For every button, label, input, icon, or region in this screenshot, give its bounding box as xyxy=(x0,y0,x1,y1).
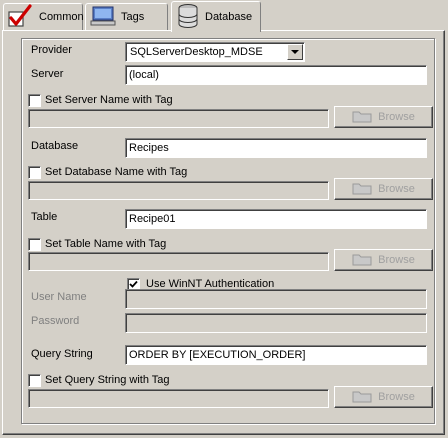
server-label: Server xyxy=(31,68,64,80)
server-browse-button[interactable]: Browse xyxy=(334,106,433,128)
monitor-icon xyxy=(90,5,116,30)
folder-icon xyxy=(352,389,372,406)
tab-tags[interactable]: Tags xyxy=(85,3,168,30)
chevron-down-icon[interactable] xyxy=(287,44,303,60)
table-browse-button[interactable]: Browse xyxy=(334,249,433,271)
password-input[interactable] xyxy=(125,313,427,333)
username-label: User Name xyxy=(31,291,87,303)
provider-value: SQLServerDesktop_MDSE xyxy=(130,46,263,58)
server-tag-checkbox-label: Set Server Name with Tag xyxy=(45,94,173,106)
browse-label: Browse xyxy=(378,254,415,266)
table-label: Table xyxy=(31,211,58,223)
database-tag-checkbox[interactable] xyxy=(28,166,41,179)
query-tag-checkbox[interactable] xyxy=(28,374,41,387)
database-tag-field xyxy=(28,181,329,200)
browse-label: Browse xyxy=(378,183,415,195)
table-input[interactable]: Recipe01 xyxy=(125,209,427,229)
server-tag-checkbox[interactable] xyxy=(28,94,41,107)
query-tag-checkbox-label: Set Query String with Tag xyxy=(45,374,170,386)
database-icon xyxy=(176,3,200,32)
provider-label: Provider xyxy=(31,44,72,56)
tab-tags-label: Tags xyxy=(121,11,145,23)
folder-icon xyxy=(352,109,372,126)
table-tag-checkbox-label: Set Table Name with Tag xyxy=(45,238,167,250)
database-browse-button[interactable]: Browse xyxy=(334,178,433,200)
table-tag-checkbox[interactable] xyxy=(28,238,41,251)
query-tag-field xyxy=(28,389,329,408)
database-tag-checkbox-label: Set Database Name with Tag xyxy=(45,166,188,178)
server-tag-field xyxy=(28,109,329,128)
browse-label: Browse xyxy=(378,391,415,403)
username-input[interactable] xyxy=(125,289,427,309)
tab-common[interactable]: Common xyxy=(3,3,84,31)
tab-database-label: Database xyxy=(205,11,253,23)
database-label: Database xyxy=(31,140,79,152)
red-checkmark-icon xyxy=(8,3,34,31)
folder-icon xyxy=(352,252,372,269)
tab-database[interactable]: Database xyxy=(171,1,261,32)
provider-select[interactable]: SQLServerDesktop_MDSE xyxy=(125,42,305,62)
query-browse-button[interactable]: Browse xyxy=(334,386,433,408)
password-label: Password xyxy=(31,315,80,327)
database-input[interactable]: Recipes xyxy=(125,138,427,158)
query-string-label: Query String xyxy=(31,348,93,360)
table-tag-field xyxy=(28,252,329,271)
browse-label: Browse xyxy=(378,111,415,123)
query-string-input[interactable]: ORDER BY [EXECUTION_ORDER] xyxy=(125,345,427,365)
tab-common-label: Common xyxy=(39,11,84,23)
server-input[interactable]: (local) xyxy=(125,65,427,85)
folder-icon xyxy=(352,181,372,198)
